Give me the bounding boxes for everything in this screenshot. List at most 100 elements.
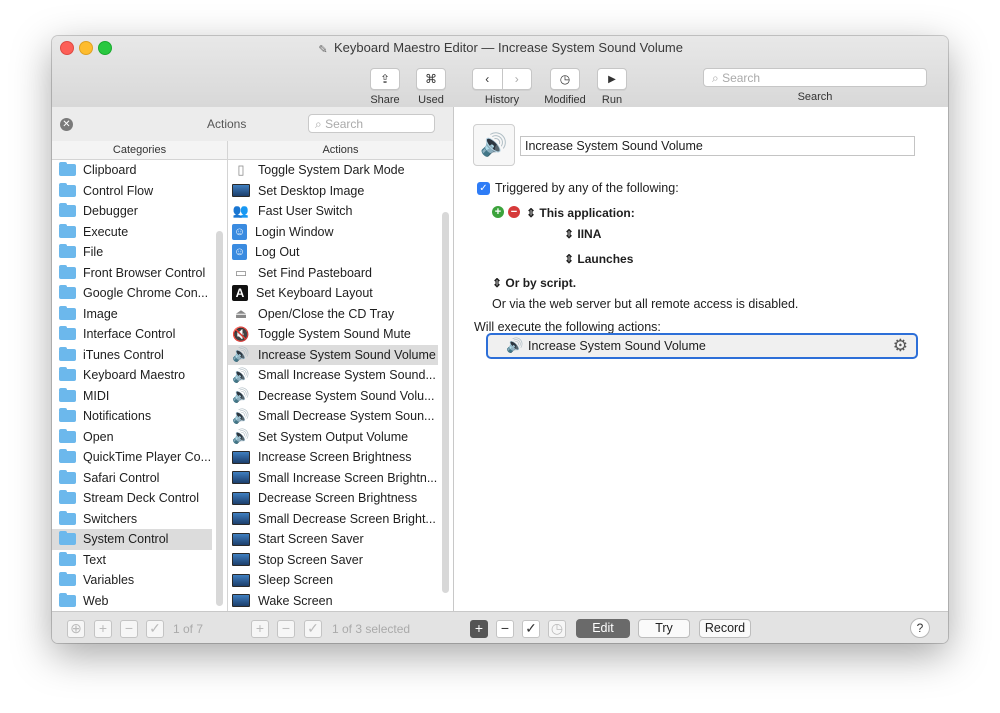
run-toolbar-item[interactable]: ▶ Run — [596, 68, 628, 106]
category-item[interactable]: Notifications — [52, 406, 212, 427]
action-list-item[interactable]: Start Screen Saver — [228, 529, 438, 550]
share-toolbar-item[interactable]: ⇪ Share — [368, 68, 402, 106]
speaker-icon[interactable]: 🔊 — [473, 124, 515, 166]
application-event-popup[interactable]: ⇕ Launches — [564, 252, 633, 266]
category-item[interactable]: Clipboard — [52, 160, 212, 181]
category-item[interactable]: Open — [52, 427, 212, 448]
category-item[interactable]: Switchers — [52, 509, 212, 530]
category-item[interactable]: File — [52, 242, 212, 263]
share-icon[interactable]: ⇪ — [370, 68, 400, 90]
gear-icon[interactable]: ⚙ — [893, 335, 908, 357]
remove-macro-button[interactable]: − — [277, 620, 295, 638]
action-list-item[interactable]: Decrease Screen Brightness — [228, 488, 438, 509]
category-item[interactable]: Interface Control — [52, 324, 212, 345]
action-list-item[interactable]: Small Decrease Screen Bright... — [228, 509, 438, 530]
folder-icon — [59, 285, 76, 300]
action-list-item[interactable]: Small Increase Screen Brightn... — [228, 468, 438, 489]
category-item[interactable]: MIDI — [52, 386, 212, 407]
try-button[interactable]: Try — [638, 619, 690, 638]
action-list-item[interactable]: 🔊 Decrease System Sound Volu... — [228, 386, 438, 407]
category-item[interactable]: iTunes Control — [52, 345, 212, 366]
action-list-item[interactable]: 🔊 Small Decrease System Soun... — [228, 406, 438, 427]
remove-trigger-icon[interactable]: − — [508, 206, 520, 218]
action-list-item[interactable]: 🔊 Small Increase System Sound... — [228, 365, 438, 386]
category-label: Text — [83, 552, 106, 567]
action-item[interactable]: 🔊 Increase System Sound Volume ⚙ — [486, 333, 918, 359]
macro-editor: 🔊 Increase System Sound Volume ✓ Trigger… — [454, 107, 948, 611]
categories-header[interactable]: Categories — [52, 141, 228, 160]
macro-name-field[interactable]: Increase System Sound Volume — [520, 136, 915, 156]
category-item[interactable]: Debugger — [52, 201, 212, 222]
folder-icon — [59, 203, 76, 218]
play-icon[interactable]: ▶ — [597, 68, 627, 90]
category-label: QuickTime Player Co... — [83, 450, 212, 465]
action-list-item[interactable]: 🔊 Increase System Sound Volume — [228, 344, 438, 365]
application-popup[interactable]: ⇕ IINA — [564, 227, 601, 241]
command-icon[interactable]: ⌘ — [416, 68, 446, 90]
used-toolbar-item[interactable]: ⌘ Used — [414, 68, 448, 106]
or-by-script-popup[interactable]: ⇕ Or by script. — [492, 276, 576, 290]
action-list-item[interactable]: ▭ Set Find Pasteboard — [228, 263, 438, 284]
category-item[interactable]: Safari Control — [52, 468, 212, 489]
category-item[interactable]: Keyboard Maestro — [52, 365, 212, 386]
add-trigger-icon[interactable]: + — [492, 206, 504, 218]
action-list-item[interactable]: 👥 Fast User Switch — [228, 201, 438, 222]
action-list-item[interactable]: ⏏ Open/Close the CD Tray — [228, 304, 438, 325]
add-macro-button[interactable]: + — [251, 620, 269, 638]
action-list-item[interactable]: ▯ Toggle System Dark Mode — [228, 160, 438, 181]
folder-icon — [59, 326, 76, 341]
actions-search-input[interactable]: ⌕ Search — [308, 114, 435, 133]
this-application-popup[interactable]: ⇕ This application: — [526, 206, 635, 220]
category-item[interactable]: Control Flow — [52, 181, 212, 202]
help-button[interactable]: ? — [910, 618, 930, 638]
edit-button[interactable]: Edit — [576, 619, 630, 638]
action-list-item[interactable]: 🔇 Toggle System Sound Mute — [228, 324, 438, 345]
enable-macro-checkbox[interactable]: ✓ — [304, 620, 322, 638]
action-list-item[interactable]: Increase Screen Brightness — [228, 447, 438, 468]
add-group-button[interactable]: + — [94, 620, 112, 638]
category-item[interactable]: QuickTime Player Co... — [52, 447, 212, 468]
action-list-item[interactable]: A Set Keyboard Layout — [228, 283, 438, 304]
remove-action-button[interactable]: − — [496, 620, 514, 638]
category-item[interactable]: Google Chrome Con... — [52, 283, 212, 304]
enable-action-checkbox[interactable]: ✓ — [522, 620, 540, 638]
enable-group-checkbox[interactable]: ✓ — [146, 620, 164, 638]
history-toolbar-item[interactable]: ‹ › History — [471, 68, 533, 106]
action-list-item[interactable]: Stop Screen Saver — [228, 550, 438, 571]
actions-header[interactable]: Actions — [228, 141, 453, 160]
category-item[interactable]: Text — [52, 550, 212, 571]
modified-toolbar-item[interactable]: ◷ Modified — [543, 68, 587, 106]
action-list-item[interactable]: Sleep Screen — [228, 570, 438, 591]
category-item[interactable]: Web — [52, 591, 212, 612]
clock-icon[interactable]: ◷ — [550, 68, 580, 90]
category-item[interactable]: Execute — [52, 222, 212, 243]
action-list-item[interactable]: Wake Screen — [228, 591, 438, 612]
category-item[interactable]: Stream Deck Control — [52, 488, 212, 509]
category-item[interactable]: Front Browser Control — [52, 263, 212, 284]
close-panel-icon[interactable]: ✕ — [60, 118, 73, 131]
categories-list: Clipboard Control Flow Debugger Execute File… — [52, 160, 212, 611]
back-icon[interactable]: ‹ — [472, 68, 503, 90]
category-item[interactable]: Image — [52, 304, 212, 325]
action-list-label: Fast User Switch — [258, 204, 353, 219]
toolbar-search-input[interactable]: ⌕ Search — [703, 68, 927, 87]
modified-label: Modified — [544, 94, 586, 106]
folder-icon — [59, 305, 76, 320]
record-button[interactable]: Record — [699, 619, 751, 638]
remove-group-button[interactable]: − — [120, 620, 138, 638]
action-list-item[interactable]: 🔊 Set System Output Volume — [228, 427, 438, 448]
action-list-item[interactable]: ☺ Login Window — [228, 222, 438, 243]
action-list-item[interactable]: Set Desktop Image — [228, 181, 438, 202]
category-item[interactable]: System Control — [52, 529, 212, 550]
clock-icon[interactable]: ◷ — [548, 620, 566, 638]
action-list-label: Stop Screen Saver — [258, 552, 363, 567]
category-item[interactable]: Variables — [52, 570, 212, 591]
updown-icon: ⇕ — [526, 206, 540, 220]
add-action-button[interactable]: + — [470, 620, 488, 638]
forward-icon[interactable]: › — [502, 68, 532, 90]
triggered-checkbox[interactable]: ✓ — [477, 182, 490, 195]
action-list-item[interactable]: ☺ Log Out — [228, 242, 438, 263]
categories-scrollbar[interactable] — [216, 231, 223, 606]
actions-scrollbar[interactable] — [442, 212, 449, 593]
crosshair-icon[interactable]: ⊕ — [67, 620, 85, 638]
